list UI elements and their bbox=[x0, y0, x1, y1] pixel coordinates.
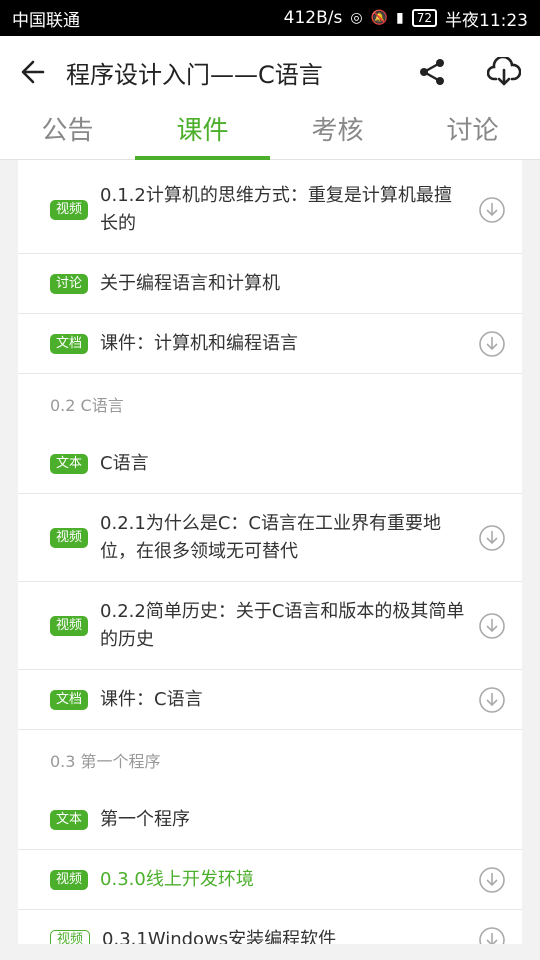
type-badge: 视频 bbox=[50, 869, 89, 890]
back-arrow-icon bbox=[21, 60, 45, 84]
tab-discussion[interactable]: 讨论 bbox=[405, 108, 540, 159]
type-badge: 文档 bbox=[50, 333, 89, 354]
item-title: C语言 bbox=[100, 452, 149, 474]
list-item[interactable]: 视频 0.2.2简单历史：关于C语言和版本的极其简单的历史 bbox=[18, 582, 522, 670]
page-title: 程序设计入门——C语言 bbox=[66, 60, 323, 89]
list-item-current[interactable]: 视频 0.3.0线上开发环境 bbox=[18, 850, 522, 910]
item-title: 0.3.0线上开发环境 bbox=[100, 868, 254, 890]
cloud-download-icon bbox=[487, 57, 521, 86]
type-badge: 视频 bbox=[50, 929, 91, 944]
download-icon[interactable] bbox=[478, 612, 506, 640]
tab-assessment[interactable]: 考核 bbox=[270, 108, 405, 159]
battery-icon: 72 bbox=[411, 9, 437, 27]
section-header: 0.3 第一个程序 bbox=[18, 730, 522, 790]
bottom-spacer bbox=[0, 944, 540, 960]
type-badge: 视频 bbox=[50, 615, 89, 636]
download-icon[interactable] bbox=[478, 686, 506, 714]
list-item[interactable]: 文档 课件：计算机和编程语言 bbox=[18, 314, 522, 374]
signal-icon: ▮ bbox=[396, 10, 404, 26]
item-title: 课件：计算机和编程语言 bbox=[100, 332, 299, 354]
download-icon[interactable] bbox=[478, 196, 506, 224]
item-title: 0.1.2计算机的思维方式：重复是计算机最擅长的 bbox=[100, 184, 452, 234]
tab-bar: 公告 课件 考核 讨论 bbox=[0, 108, 540, 160]
toolbar: 程序设计入门——C语言 bbox=[0, 36, 540, 108]
item-title: 第一个程序 bbox=[100, 808, 191, 830]
download-icon[interactable] bbox=[478, 866, 506, 894]
list-item[interactable]: 讨论 关于编程语言和计算机 bbox=[18, 254, 522, 314]
type-badge: 视频 bbox=[50, 199, 89, 220]
list-item[interactable]: 文档 课件：C语言 bbox=[18, 670, 522, 730]
list-item[interactable]: 视频 0.2.1为什么是C：C语言在工业界有重要地位，在很多领域无可替代 bbox=[18, 494, 522, 582]
list-item[interactable]: 视频 0.3.1Windows安装编程软件 bbox=[18, 910, 522, 944]
back-button[interactable] bbox=[0, 36, 66, 108]
type-badge: 文本 bbox=[50, 809, 89, 830]
type-badge: 文本 bbox=[50, 453, 89, 474]
type-badge: 文档 bbox=[50, 689, 89, 710]
tab-announcements[interactable]: 公告 bbox=[0, 108, 135, 159]
list-item[interactable]: 文本 C语言 bbox=[18, 434, 522, 494]
section-title: 0.2 C语言 bbox=[50, 396, 124, 415]
download-icon[interactable] bbox=[478, 524, 506, 552]
mute-icon: 🔕 bbox=[370, 10, 388, 26]
list-item[interactable]: 文本 第一个程序 bbox=[18, 790, 522, 850]
share-button[interactable] bbox=[396, 36, 468, 108]
item-title: 关于编程语言和计算机 bbox=[100, 272, 281, 294]
item-title: 0.2.2简单历史：关于C语言和版本的极其简单的历史 bbox=[100, 600, 465, 650]
item-title: 0.2.1为什么是C：C语言在工业界有重要地位，在很多领域无可替代 bbox=[100, 512, 441, 562]
list-item[interactable]: 视频 0.1.2计算机的思维方式：重复是计算机最擅长的 bbox=[18, 160, 522, 254]
status-icons: 412B/s ◎ 🔕 ▮ 72 半夜11:23 bbox=[284, 6, 528, 31]
download-icon[interactable] bbox=[478, 926, 506, 945]
cloud-download-button[interactable] bbox=[468, 36, 540, 108]
type-badge: 讨论 bbox=[50, 273, 89, 294]
download-icon[interactable] bbox=[478, 330, 506, 358]
section-header: 0.2 C语言 bbox=[18, 374, 522, 434]
type-badge: 视频 bbox=[50, 527, 89, 548]
tab-courseware[interactable]: 课件 bbox=[135, 108, 270, 160]
share-icon bbox=[420, 59, 444, 85]
status-bar: 中国联通 412B/s ◎ 🔕 ▮ 72 半夜11:23 bbox=[0, 0, 540, 36]
courseware-list[interactable]: 视频 0.1.2计算机的思维方式：重复是计算机最擅长的 讨论 关于编程语言和计算… bbox=[18, 160, 522, 944]
section-title: 0.3 第一个程序 bbox=[50, 752, 161, 771]
hotspot-icon: ◎ bbox=[350, 10, 363, 26]
item-title: 课件：C语言 bbox=[100, 688, 203, 710]
item-title: 0.3.1Windows安装编程软件 bbox=[102, 928, 337, 945]
network-speed: 412B/s bbox=[283, 8, 343, 28]
carrier-label: 中国联通 bbox=[12, 10, 80, 31]
clock: 半夜11:23 bbox=[445, 10, 528, 31]
